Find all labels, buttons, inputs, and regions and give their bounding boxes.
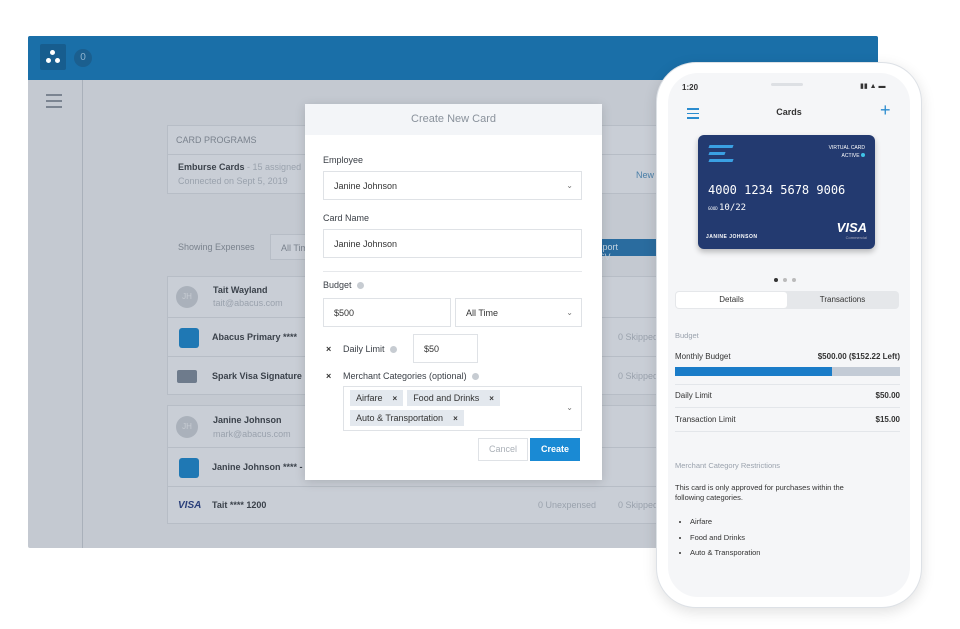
card-expiry: GOOD xyxy=(708,206,718,211)
merchant-categories-label: Merchant Categories (optional) xyxy=(343,371,479,381)
segmented-tabs: Details Transactions xyxy=(675,291,899,309)
chevron-down-icon: ⌄ xyxy=(566,181,573,190)
emburse-logo-icon xyxy=(708,145,734,162)
emburse-icon xyxy=(179,458,199,478)
skipped-count: 0 Skipped xyxy=(618,500,659,510)
tag-airfare: Airfare × xyxy=(350,390,404,406)
visa-sub: Commercial xyxy=(845,235,867,240)
card-name-input[interactable]: Janine Johnson xyxy=(323,229,582,258)
transaction-limit-value: $15.00 xyxy=(875,415,900,424)
budget-progress-bar xyxy=(675,367,900,376)
card-holder: JANINE JOHNSON xyxy=(706,234,758,240)
skipped-count: 0 Skipped xyxy=(618,332,659,342)
daily-limit-label: Daily Limit xyxy=(675,391,712,400)
remove-tag-icon[interactable]: × xyxy=(453,414,458,423)
visa-logo: VISA xyxy=(836,220,867,235)
status-icons: ▮▮ ▲ ▬ xyxy=(860,83,886,90)
budget-period-select[interactable]: All Time ⌄ xyxy=(455,298,582,327)
phone-screen: 1:20 ▮▮ ▲ ▬ Cards + VIRTUAL CARD ACTIVE 4… xyxy=(668,73,910,597)
credit-card-icon xyxy=(177,370,197,383)
emburse-icon xyxy=(179,328,199,348)
info-icon xyxy=(471,373,479,381)
info-icon xyxy=(356,282,364,290)
phone-mockup: 1:20 ▮▮ ▲ ▬ Cards + VIRTUAL CARD ACTIVE 4… xyxy=(656,62,922,608)
modal-title: Create New Card xyxy=(305,104,602,135)
cancel-button[interactable]: Cancel xyxy=(478,438,528,461)
budget-input[interactable]: $500 xyxy=(323,298,451,327)
category-item: Auto & Transporation xyxy=(690,545,760,561)
daily-limit-label: Daily Limit xyxy=(343,344,397,354)
card-status: ACTIVE xyxy=(841,153,860,159)
sidebar-divider xyxy=(82,80,83,548)
tag-auto-transportation: Auto & Transportation × xyxy=(350,410,464,426)
budget-section-title: Budget xyxy=(675,331,699,340)
employee-name: Janine Johnson xyxy=(213,415,282,425)
screen-title: Cards xyxy=(776,107,802,117)
card-name: Janine Johnson **** - xyxy=(212,462,303,472)
monthly-budget-value: $500.00 ($152.22 Left) xyxy=(817,352,900,361)
avatar: JH xyxy=(176,286,198,308)
menu-icon[interactable] xyxy=(46,94,62,112)
daily-limit-input[interactable]: $50 xyxy=(413,334,478,363)
card-row[interactable]: VISA Tait **** 1200 0 Unexpensed 0 Skipp… xyxy=(168,486,726,524)
card-name: Tait **** 1200 xyxy=(212,500,267,510)
card-type: VIRTUAL CARD xyxy=(828,145,865,151)
chevron-down-icon: ⌄ xyxy=(566,403,573,412)
category-item: Airfare xyxy=(690,514,760,530)
merchant-section-title: Merchant Category Restrictions xyxy=(675,461,781,470)
status-time: 1:20 xyxy=(682,83,699,92)
tab-details[interactable]: Details xyxy=(676,292,787,308)
visa-icon: VISA xyxy=(178,500,202,511)
card-name-label: Card Name xyxy=(323,213,370,223)
chevron-down-icon: ⌄ xyxy=(566,308,573,317)
remove-merchant-categories-icon[interactable]: × xyxy=(326,371,331,381)
remove-tag-icon[interactable]: × xyxy=(393,394,398,403)
tab-transactions[interactable]: Transactions xyxy=(787,292,898,308)
category-item: Food and Drinks xyxy=(690,530,760,546)
remove-tag-icon[interactable]: × xyxy=(489,394,494,403)
carousel-dots[interactable] xyxy=(774,269,796,287)
card-number: 4000 1234 5678 9006 xyxy=(708,183,846,197)
create-button[interactable]: Create xyxy=(530,438,580,461)
notification-badge[interactable]: 0 xyxy=(74,49,92,67)
card-name: Spark Visa Signature xyxy=(212,371,302,381)
daily-limit-value: $50.00 xyxy=(875,391,900,400)
merchant-description: This card is only approved for purchases… xyxy=(675,483,844,502)
category-list: Airfare Food and Drinks Auto & Transpora… xyxy=(690,514,760,561)
budget-label: Budget xyxy=(323,280,364,290)
create-card-modal: Create New Card Employee Janine Johnson ⌄… xyxy=(305,104,602,480)
card-name: Abacus Primary **** xyxy=(212,332,298,342)
showing-expenses-label: Showing Expenses xyxy=(178,242,255,252)
virtual-card[interactable]: VIRTUAL CARD ACTIVE 4000 1234 5678 9006 G… xyxy=(698,135,875,249)
employee-label: Employee xyxy=(323,155,364,165)
program-name: Emburse Cards xyxy=(178,162,245,172)
monthly-budget-label: Monthly Budget xyxy=(675,352,731,361)
skipped-count: 0 Skipped xyxy=(618,371,659,381)
employee-name: Tait Wayland xyxy=(213,285,268,295)
employee-select[interactable]: Janine Johnson ⌄ xyxy=(323,171,582,200)
merchant-categories-select[interactable]: Airfare × Food and Drinks × Auto & Transpor… xyxy=(343,386,582,431)
new-link[interactable]: New xyxy=(636,170,654,180)
app-logo-icon[interactable] xyxy=(40,44,66,70)
card-expiry-value: 10/22 xyxy=(719,203,747,213)
unexpensed-count: 0 Unexpensed xyxy=(538,500,597,510)
program-connected: Connected on Sept 5, 2019 xyxy=(178,176,288,186)
add-icon[interactable]: + xyxy=(880,100,891,121)
tag-food-and-drinks: Food and Drinks × xyxy=(407,390,500,406)
card-programs-header: CARD PROGRAMS xyxy=(176,135,257,145)
employee-email: tait@abacus.com xyxy=(213,298,283,308)
program-assigned: - 15 assigned xyxy=(247,162,302,172)
employee-email: mark@abacus.com xyxy=(213,429,291,439)
remove-daily-limit-icon[interactable]: × xyxy=(326,344,331,354)
info-icon xyxy=(389,346,397,354)
avatar: JH xyxy=(176,416,198,438)
transaction-limit-label: Transaction Limit xyxy=(675,415,736,424)
